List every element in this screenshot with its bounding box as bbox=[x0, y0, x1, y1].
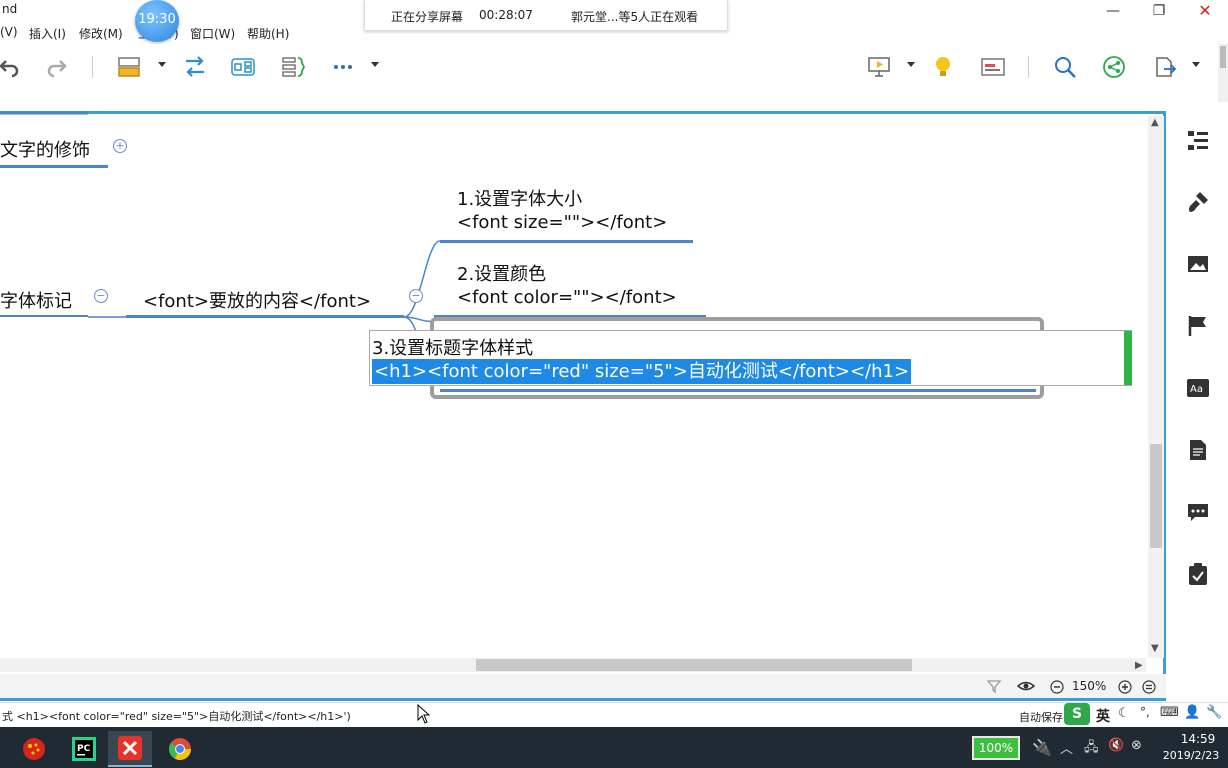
more-icon[interactable] bbox=[328, 52, 358, 82]
child2-title[interactable]: 2.设置颜色 bbox=[457, 260, 546, 286]
child3-code-selected[interactable]: <h1><font color="red" size="5">自动化测试</fo… bbox=[372, 359, 912, 384]
menu-window[interactable]: 窗口(W) bbox=[190, 25, 235, 42]
child1-title[interactable]: 1.设置字体大小 bbox=[457, 185, 582, 211]
child2-code[interactable]: <font color=""></font> bbox=[457, 287, 677, 308]
collapse-icon[interactable]: − bbox=[94, 289, 108, 303]
battery-indicator[interactable]: 100% bbox=[972, 736, 1020, 760]
parent-topic-underline bbox=[0, 165, 108, 168]
share-elapsed: 00:28:07 bbox=[479, 8, 533, 22]
menu-modify[interactable]: 修改(M) bbox=[79, 25, 123, 42]
font-tag-underline bbox=[0, 315, 88, 317]
task-clipboard-icon[interactable] bbox=[1185, 561, 1211, 587]
search-icon[interactable] bbox=[1050, 52, 1080, 82]
undo-icon[interactable] bbox=[0, 52, 24, 82]
notification-close-icon[interactable]: ⊗ bbox=[1131, 738, 1142, 753]
taskbar-pycharm-icon[interactable]: PC bbox=[62, 731, 106, 767]
screen-share-banner: 正在分享屏幕 00:28:07 郭元堂...等5人正在观看 bbox=[364, 0, 728, 31]
taskbar-app-red-icon[interactable] bbox=[12, 731, 56, 767]
share-status: 正在分享屏幕 bbox=[391, 10, 464, 24]
edit-resize-handle[interactable] bbox=[1124, 331, 1132, 385]
zoom-bar: 150% bbox=[0, 674, 1166, 698]
central-topic-underline bbox=[126, 315, 404, 318]
fit-menu-icon[interactable] bbox=[1142, 679, 1156, 698]
wrench-icon[interactable]: 🔧 bbox=[1206, 705, 1222, 720]
notes-icon[interactable] bbox=[1185, 437, 1211, 463]
status-bar: 式 <h1><font color="red" size="5">自动化测试</… bbox=[0, 702, 1228, 726]
taskbar-xmind-icon[interactable] bbox=[108, 731, 152, 767]
idea-icon[interactable] bbox=[928, 52, 958, 82]
zoom-out-icon[interactable] bbox=[1050, 679, 1064, 698]
summary-icon[interactable] bbox=[278, 52, 308, 82]
presentation-dropdown-icon[interactable] bbox=[907, 62, 915, 67]
vertical-scroll-thumb[interactable] bbox=[1150, 444, 1162, 548]
topic-font-tag-partial[interactable]: 字体标记 bbox=[0, 287, 72, 313]
window-scrollbar[interactable] bbox=[1218, 44, 1228, 102]
topic-central[interactable]: <font>要放的内容</font> bbox=[143, 287, 371, 313]
filter-icon[interactable] bbox=[986, 678, 1002, 698]
relationship-icon[interactable] bbox=[180, 52, 210, 82]
export-dropdown-icon[interactable] bbox=[1192, 62, 1200, 67]
power-plug-icon[interactable]: 🔌 bbox=[1032, 738, 1052, 757]
keyboard-icon[interactable]: ⌨ bbox=[1160, 705, 1179, 720]
export-icon[interactable] bbox=[1150, 52, 1180, 82]
child1-code[interactable]: <font size=""></font> bbox=[457, 212, 667, 233]
tray-date[interactable]: 2019/2/23 bbox=[1158, 749, 1224, 762]
ime-language[interactable]: 英 bbox=[1096, 706, 1110, 726]
format-brush-icon[interactable] bbox=[1185, 189, 1211, 215]
scroll-down-icon[interactable]: ▼ bbox=[1151, 643, 1159, 654]
gantt-icon[interactable] bbox=[978, 52, 1008, 82]
outline-icon[interactable] bbox=[1185, 127, 1211, 153]
scroll-right-icon[interactable]: ▶ bbox=[1135, 660, 1143, 671]
scroll-up-icon[interactable]: ▲ bbox=[1151, 117, 1159, 128]
punctuation-icon[interactable]: °, bbox=[1140, 705, 1150, 719]
moon-icon[interactable]: ☾ bbox=[1118, 706, 1130, 721]
taskbar-chrome-icon[interactable] bbox=[158, 731, 202, 767]
vertical-scrollbar[interactable] bbox=[1148, 116, 1164, 658]
text-style-icon[interactable]: Aa bbox=[1185, 375, 1211, 401]
presentation-icon[interactable] bbox=[864, 52, 894, 82]
topic-parent-partial[interactable]: 文字的修饰 bbox=[0, 136, 90, 162]
horizontal-scroll-thumb[interactable] bbox=[476, 659, 912, 671]
more-dropdown-icon[interactable] bbox=[371, 62, 379, 67]
close-button[interactable]: ✕ bbox=[1182, 0, 1228, 22]
child3-underline bbox=[440, 389, 1036, 392]
zoom-in-icon[interactable] bbox=[1118, 679, 1132, 698]
share-viewers[interactable]: 郭元堂...等5人正在观看 bbox=[571, 8, 698, 25]
redo-icon[interactable] bbox=[42, 52, 72, 82]
topic-dropdown-icon[interactable] bbox=[158, 62, 166, 67]
child3-title[interactable]: 3.设置标题字体样式 bbox=[372, 334, 533, 360]
expand-icon[interactable]: + bbox=[113, 139, 127, 153]
image-icon[interactable] bbox=[1185, 251, 1211, 277]
toolbar bbox=[0, 44, 1228, 90]
collapse-icon[interactable]: − bbox=[409, 289, 423, 303]
topic-icon[interactable] bbox=[114, 52, 144, 82]
volume-muted-icon[interactable]: 🔇 bbox=[1108, 738, 1124, 753]
menu-help[interactable]: 帮助(H) bbox=[247, 25, 289, 42]
window-title: nd bbox=[2, 2, 18, 16]
share-icon[interactable] bbox=[1099, 52, 1129, 82]
mouse-cursor-icon bbox=[417, 704, 431, 724]
network-icon[interactable]: 🖧 bbox=[1084, 738, 1099, 760]
maximize-button[interactable]: ❐ bbox=[1136, 0, 1182, 22]
sogou-ime-icon[interactable]: S bbox=[1064, 703, 1090, 725]
menu-view[interactable]: (V) bbox=[0, 25, 18, 39]
zoom-level[interactable]: 150% bbox=[1072, 679, 1106, 693]
eye-icon[interactable] bbox=[1016, 678, 1036, 698]
tray-expand-icon[interactable]: ︿ bbox=[1060, 738, 1073, 757]
menu-insert[interactable]: 插入(I) bbox=[29, 25, 66, 42]
svg-text:PC: PC bbox=[77, 744, 91, 754]
comments-icon[interactable] bbox=[1185, 499, 1211, 525]
boundary-icon[interactable] bbox=[228, 52, 258, 82]
marker-flag-icon[interactable] bbox=[1185, 313, 1211, 339]
tray-time[interactable]: 14:59 bbox=[1168, 732, 1228, 746]
status-text: 式 <h1><font color="red" size="5">自动化测试</… bbox=[2, 710, 351, 723]
child1-underline bbox=[440, 240, 693, 243]
autosave-label: 自动保存 bbox=[1019, 711, 1063, 724]
user-icon[interactable]: 👤 bbox=[1184, 705, 1200, 720]
minimize-button[interactable]: — bbox=[1090, 0, 1136, 22]
clock-bubble[interactable]: 19:30 bbox=[135, 0, 179, 42]
svg-text:Aa: Aa bbox=[1190, 384, 1203, 395]
